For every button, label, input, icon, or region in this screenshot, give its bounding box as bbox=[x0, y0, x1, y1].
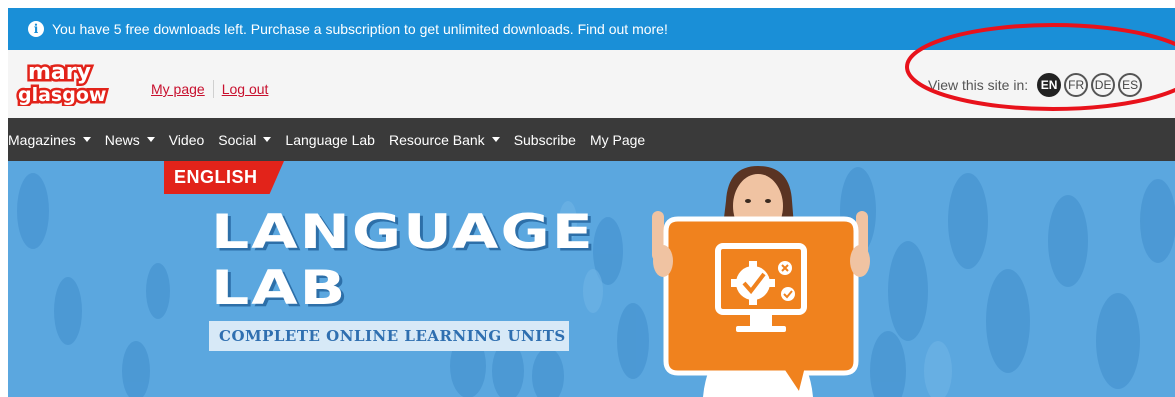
caret-down-icon bbox=[491, 137, 500, 142]
nav-my-page[interactable]: My Page bbox=[590, 132, 645, 148]
account-links: My page Log out bbox=[151, 80, 268, 98]
main-nav: Magazines News Video Social Language Lab… bbox=[8, 118, 1175, 161]
nav-magazines[interactable]: Magazines bbox=[8, 132, 91, 148]
notice-text[interactable]: You have 5 free downloads left. Purchase… bbox=[52, 21, 668, 37]
lang-en-button[interactable]: EN bbox=[1037, 73, 1062, 97]
nav-label: Video bbox=[168, 131, 205, 148]
language-switcher-label: View this site in: bbox=[928, 77, 1029, 93]
hero-subtitle: COMPLETE ONLINE LEARNING UNITS bbox=[209, 321, 569, 351]
nav-label: Language Lab bbox=[285, 131, 375, 148]
lang-es-button[interactable]: ES bbox=[1118, 73, 1143, 97]
nav-label: News bbox=[104, 131, 140, 148]
nav-subscribe[interactable]: Subscribe bbox=[514, 132, 576, 148]
page: i You have 5 free downloads left. Purcha… bbox=[8, 0, 1175, 397]
hero-dot-pattern bbox=[17, 167, 1175, 397]
english-tag: ENGLISH bbox=[164, 161, 284, 194]
free-downloads-notice[interactable]: i You have 5 free downloads left. Purcha… bbox=[8, 8, 1175, 50]
caret-down-icon bbox=[146, 137, 155, 142]
link-divider bbox=[212, 80, 214, 98]
nav-news[interactable]: News bbox=[105, 132, 155, 148]
mary-glasgow-logo[interactable]: mary glasgow bbox=[16, 58, 116, 106]
log-out-link[interactable]: Log out bbox=[222, 81, 269, 97]
nav-social[interactable]: Social bbox=[218, 131, 272, 148]
info-icon: i bbox=[28, 21, 44, 37]
caret-down-icon bbox=[82, 137, 91, 142]
caret-down-icon bbox=[263, 137, 272, 142]
nav-label: Resource Bank bbox=[388, 131, 485, 148]
lang-de-button[interactable]: DE bbox=[1091, 73, 1116, 97]
nav-label: Social bbox=[218, 131, 257, 148]
nav-video[interactable]: Video bbox=[169, 132, 205, 148]
woman-holding-sign-illustration bbox=[652, 166, 870, 397]
logo-line1: mary bbox=[28, 60, 91, 85]
language-switcher: View this site in: EN FR DE ES bbox=[928, 73, 1143, 97]
site-header: mary glasgow My page Log out View this s… bbox=[8, 50, 1175, 118]
nav-language-lab[interactable]: Language Lab bbox=[285, 132, 375, 148]
nav-label: Magazines bbox=[8, 131, 76, 148]
lang-fr-button[interactable]: FR bbox=[1064, 73, 1089, 97]
hero-title-line1: LANGUAGE bbox=[211, 205, 595, 260]
logo-line2: glasgow bbox=[18, 84, 106, 106]
language-lab-hero-banner[interactable]: ENGLISH LANGUAGE LAB COMPLETE ONLINE LEA… bbox=[8, 161, 1175, 397]
my-page-link[interactable]: My page bbox=[151, 81, 205, 97]
nav-resource-bank[interactable]: Resource Bank bbox=[389, 132, 500, 148]
gear-icon bbox=[736, 266, 770, 300]
nav-label: Subscribe bbox=[513, 131, 576, 148]
nav-label: My Page bbox=[589, 131, 646, 148]
hero-title-line2: LAB bbox=[211, 261, 348, 316]
